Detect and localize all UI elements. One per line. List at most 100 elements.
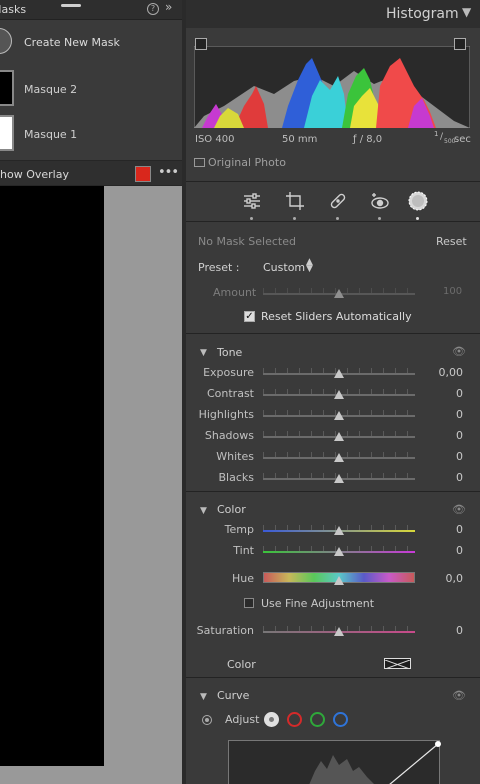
exif-focal-length: 50 mm	[282, 134, 318, 145]
reset-sliders-checkbox[interactable]: ✓	[244, 311, 255, 322]
curve-channel-red[interactable]	[287, 712, 302, 727]
tint-value: 0	[456, 544, 463, 557]
reset-sliders-label[interactable]: Reset Sliders Automatically	[261, 310, 412, 323]
add-mask-icon	[0, 28, 12, 54]
mask-item-label: Masque 1	[24, 128, 78, 141]
blacks-value: 0	[456, 471, 463, 484]
preset-label: Preset :	[198, 261, 240, 274]
mask-thumbnail	[0, 70, 14, 106]
disclosure-triangle-icon[interactable]: ▼	[200, 348, 207, 358]
curve-channel-rgb[interactable]	[264, 712, 279, 727]
create-mask-label: Create New Mask	[24, 36, 120, 49]
crop-icon[interactable]	[284, 190, 306, 220]
shadows-slider[interactable]	[263, 431, 415, 441]
adjust-label: Adjust	[225, 713, 260, 726]
exif-iso: ISO 400	[195, 134, 235, 145]
exif-shutter-slash: /	[440, 132, 444, 142]
collapse-icon[interactable]: »	[165, 0, 172, 14]
more-options-icon[interactable]: •••	[158, 165, 179, 180]
photo-canvas[interactable]	[0, 186, 182, 784]
slider-thumb[interactable]	[334, 526, 344, 535]
shadows-value: 0	[456, 429, 463, 442]
slider-thumb[interactable]	[334, 453, 344, 462]
drag-handle[interactable]	[61, 4, 81, 7]
color-swatch[interactable]	[384, 658, 411, 670]
show-overlay-row: how Overlay •••	[0, 160, 182, 186]
slider-thumb[interactable]	[334, 390, 344, 399]
slider-thumb[interactable]	[334, 627, 344, 636]
masking-icon[interactable]	[407, 190, 429, 220]
hue-value: 0,0	[445, 572, 464, 585]
histogram-panel: ISO 400 50 mm ƒ / 8,0 1 / 500 sec Origin…	[186, 28, 480, 182]
mask-item-masque-2[interactable]: Masque 2	[0, 66, 182, 111]
histogram-graph[interactable]	[194, 46, 470, 128]
help-icon[interactable]: ?	[147, 3, 159, 15]
hue-slider-thumb[interactable]	[334, 576, 344, 585]
disclosure-triangle-icon[interactable]: ▼	[200, 506, 207, 516]
reset-button[interactable]: Reset	[436, 235, 467, 248]
highlights-label: Highlights	[198, 408, 254, 421]
saturation-slider[interactable]	[263, 626, 415, 636]
mask-thumbnail	[0, 115, 14, 151]
target-adjust-icon[interactable]	[202, 715, 212, 725]
masks-panel: Masks ? » Create New Mask Masque 2 Masqu…	[0, 0, 182, 784]
slider-thumb[interactable]	[334, 547, 344, 556]
masks-header: Masks ? »	[0, 0, 182, 20]
develop-right-panel: Histogram ▼ ISO 400 50 mm ƒ / 8,0 1 / 50…	[186, 0, 480, 784]
preset-dropdown[interactable]: Custom	[263, 261, 305, 274]
curve-section-title[interactable]: Curve	[217, 689, 249, 702]
fine-adjustment-checkbox[interactable]	[244, 598, 254, 608]
dropdown-arrows-icon[interactable]: ▲ ▼	[306, 258, 313, 274]
shadow-clipping-toggle[interactable]	[195, 38, 207, 50]
exposure-label: Exposure	[203, 366, 254, 379]
overlay-color-swatch[interactable]	[135, 166, 151, 182]
amount-value: 100	[443, 286, 463, 297]
slider-thumb[interactable]	[334, 432, 344, 441]
curve-channel-blue[interactable]	[333, 712, 348, 727]
curve-graph[interactable]	[228, 740, 441, 784]
visibility-eye-icon[interactable]: 👁	[452, 503, 466, 516]
temp-value: 0	[456, 523, 463, 536]
tint-slider[interactable]	[263, 546, 415, 556]
masks-title: Masks	[0, 3, 27, 16]
slider-thumb[interactable]	[334, 411, 344, 420]
create-new-mask-button[interactable]: Create New Mask	[0, 20, 182, 65]
hue-slider[interactable]	[263, 572, 415, 585]
contrast-slider[interactable]	[263, 389, 415, 399]
slider-thumb[interactable]	[334, 474, 344, 483]
slider-thumb[interactable]	[334, 289, 344, 298]
highlights-slider[interactable]	[263, 410, 415, 420]
red-eye-icon[interactable]	[369, 190, 391, 220]
exif-aperture: ƒ / 8,0	[353, 134, 383, 145]
contrast-value: 0	[456, 387, 463, 400]
slider-thumb[interactable]	[334, 369, 344, 378]
histogram-title: Histogram	[386, 6, 459, 22]
color-section-title[interactable]: Color	[217, 503, 246, 516]
mask-item-label: Masque 2	[24, 83, 78, 96]
saturation-value: 0	[456, 624, 463, 637]
curve-channel-green[interactable]	[310, 712, 325, 727]
original-photo-icon[interactable]	[194, 158, 205, 167]
exif-shutter-unit: sec	[454, 134, 471, 145]
disclosure-triangle-icon[interactable]: ▼	[200, 692, 207, 702]
fine-adjustment-label[interactable]: Use Fine Adjustment	[261, 597, 374, 610]
healing-icon[interactable]	[327, 190, 349, 220]
color-swatch-label: Color	[227, 658, 256, 671]
highlight-clipping-toggle[interactable]	[454, 38, 466, 50]
exposure-slider[interactable]	[263, 368, 415, 378]
mask-item-masque-1[interactable]: Masque 1	[0, 111, 182, 156]
edit-sliders-icon[interactable]	[241, 190, 263, 220]
amount-slider[interactable]	[263, 288, 415, 298]
whites-slider[interactable]	[263, 452, 415, 462]
original-photo-label[interactable]: Original Photo	[208, 156, 286, 169]
tint-label: Tint	[233, 544, 254, 557]
photo-image	[0, 186, 104, 766]
tone-section-title[interactable]: Tone	[217, 346, 242, 359]
collapse-triangle-icon[interactable]: ▼	[462, 5, 471, 19]
blacks-slider[interactable]	[263, 473, 415, 483]
show-overlay-toggle[interactable]: how Overlay	[0, 168, 69, 181]
visibility-eye-icon[interactable]: 👁	[452, 689, 466, 702]
visibility-eye-icon[interactable]: 👁	[452, 345, 466, 358]
histogram-header[interactable]: Histogram ▼	[186, 0, 480, 28]
temp-slider[interactable]	[263, 525, 415, 535]
